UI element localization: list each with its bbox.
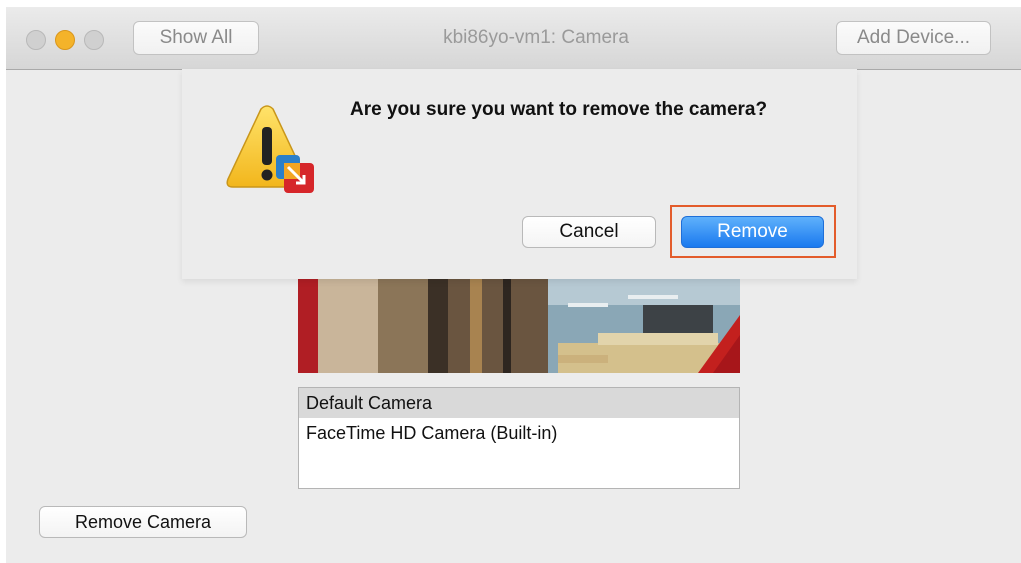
cancel-button[interactable]: Cancel	[522, 216, 656, 248]
window-title: kbi86yo-vm1: Camera	[443, 27, 629, 48]
alert-message: Are you sure you want to remove the came…	[350, 99, 768, 120]
show-all-button[interactable]: Show All	[133, 21, 259, 55]
remove-button-highlight	[670, 205, 836, 258]
remove-camera-alert-sheet: Are you sure you want to remove the came…	[182, 69, 857, 279]
camera-preview	[298, 275, 740, 373]
title-bar: Show All kbi86yo-vm1: Camera Add Device.…	[6, 7, 1021, 70]
camera-list-item[interactable]: Default Camera	[299, 388, 739, 418]
warning-icon	[220, 105, 324, 205]
zoom-window-button[interactable]	[84, 30, 104, 50]
add-device-button[interactable]: Add Device...	[836, 21, 991, 55]
camera-list-item[interactable]: FaceTime HD Camera (Built-in)	[299, 418, 739, 448]
camera-settings-window: Show All kbi86yo-vm1: Camera Add Device.…	[6, 7, 1021, 563]
camera-preview-image	[298, 275, 740, 373]
minimize-window-button[interactable]	[55, 30, 75, 50]
camera-list[interactable]: Default Camera FaceTime HD Camera (Built…	[298, 387, 740, 489]
remove-camera-button[interactable]: Remove Camera	[39, 506, 247, 538]
close-window-button[interactable]	[26, 30, 46, 50]
